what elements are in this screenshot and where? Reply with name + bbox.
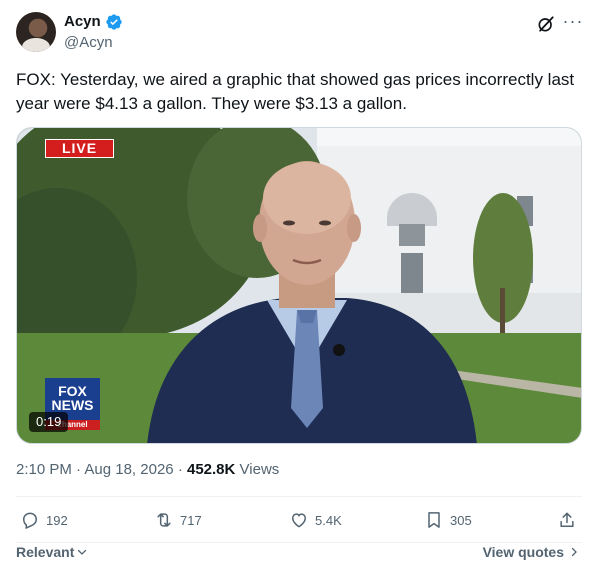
heart-icon	[291, 513, 307, 528]
tweet-text: FOX: Yesterday, we aired a graphic that …	[16, 70, 575, 113]
sort-replies-dropdown[interactable]: Relevant	[16, 544, 88, 560]
grok-icon[interactable]	[536, 14, 556, 34]
author-handle[interactable]: @Acyn	[64, 33, 113, 53]
video-duration: 0:19	[29, 412, 69, 432]
bookmark-icon	[428, 512, 440, 528]
view-quotes-label: View quotes	[482, 544, 564, 560]
sort-label: Relevant	[16, 544, 75, 560]
divider	[16, 496, 582, 497]
tweet-header: Acyn @Acyn ···	[0, 0, 598, 60]
replies-footer: Relevant View quotes	[0, 542, 598, 566]
meta-separator: ·	[177, 461, 183, 478]
bookmark-count: 305	[450, 512, 472, 528]
like-count: 5.4K	[315, 512, 342, 528]
author-name-row: Acyn	[64, 12, 123, 32]
repost-button[interactable]: 717	[154, 510, 202, 530]
repost-count: 717	[180, 512, 202, 528]
meta-separator: ·	[76, 461, 82, 478]
reply-icon	[22, 512, 38, 530]
views-count: 452.8K	[186, 461, 236, 478]
chevron-right-icon	[571, 547, 577, 557]
video-frame	[17, 128, 581, 443]
logo-line-1: FOX	[58, 383, 87, 399]
tweet-time[interactable]: 2:10 PM	[16, 461, 72, 478]
views-label: Views	[239, 461, 280, 478]
tweet-meta: 2:10 PM · Aug 18, 2026 · 452.8K Views	[16, 460, 279, 480]
reply-button[interactable]: 192	[20, 510, 68, 530]
view-quotes-link[interactable]: View quotes	[483, 544, 580, 560]
bookmark-button[interactable]: 305	[424, 510, 472, 530]
logo-line-2: NEWS	[51, 397, 94, 413]
video-player[interactable]: LIVE FOX NEWS channel 0:19	[16, 127, 582, 444]
share-button[interactable]	[557, 510, 577, 530]
share-icon	[560, 512, 574, 527]
more-options-icon[interactable]: ···	[562, 12, 584, 34]
avatar[interactable]	[16, 12, 56, 52]
live-badge: LIVE	[45, 139, 114, 158]
author-display-name[interactable]: Acyn	[64, 12, 101, 32]
action-bar: 192 717 5.4K 305	[0, 506, 598, 540]
verified-badge-icon[interactable]	[105, 13, 123, 31]
reply-count: 192	[46, 512, 68, 528]
like-button[interactable]: 5.4K	[289, 510, 342, 530]
tweet-date[interactable]: Aug 18, 2026	[84, 461, 173, 478]
chevron-down-icon	[78, 549, 87, 555]
repost-icon	[157, 513, 171, 527]
